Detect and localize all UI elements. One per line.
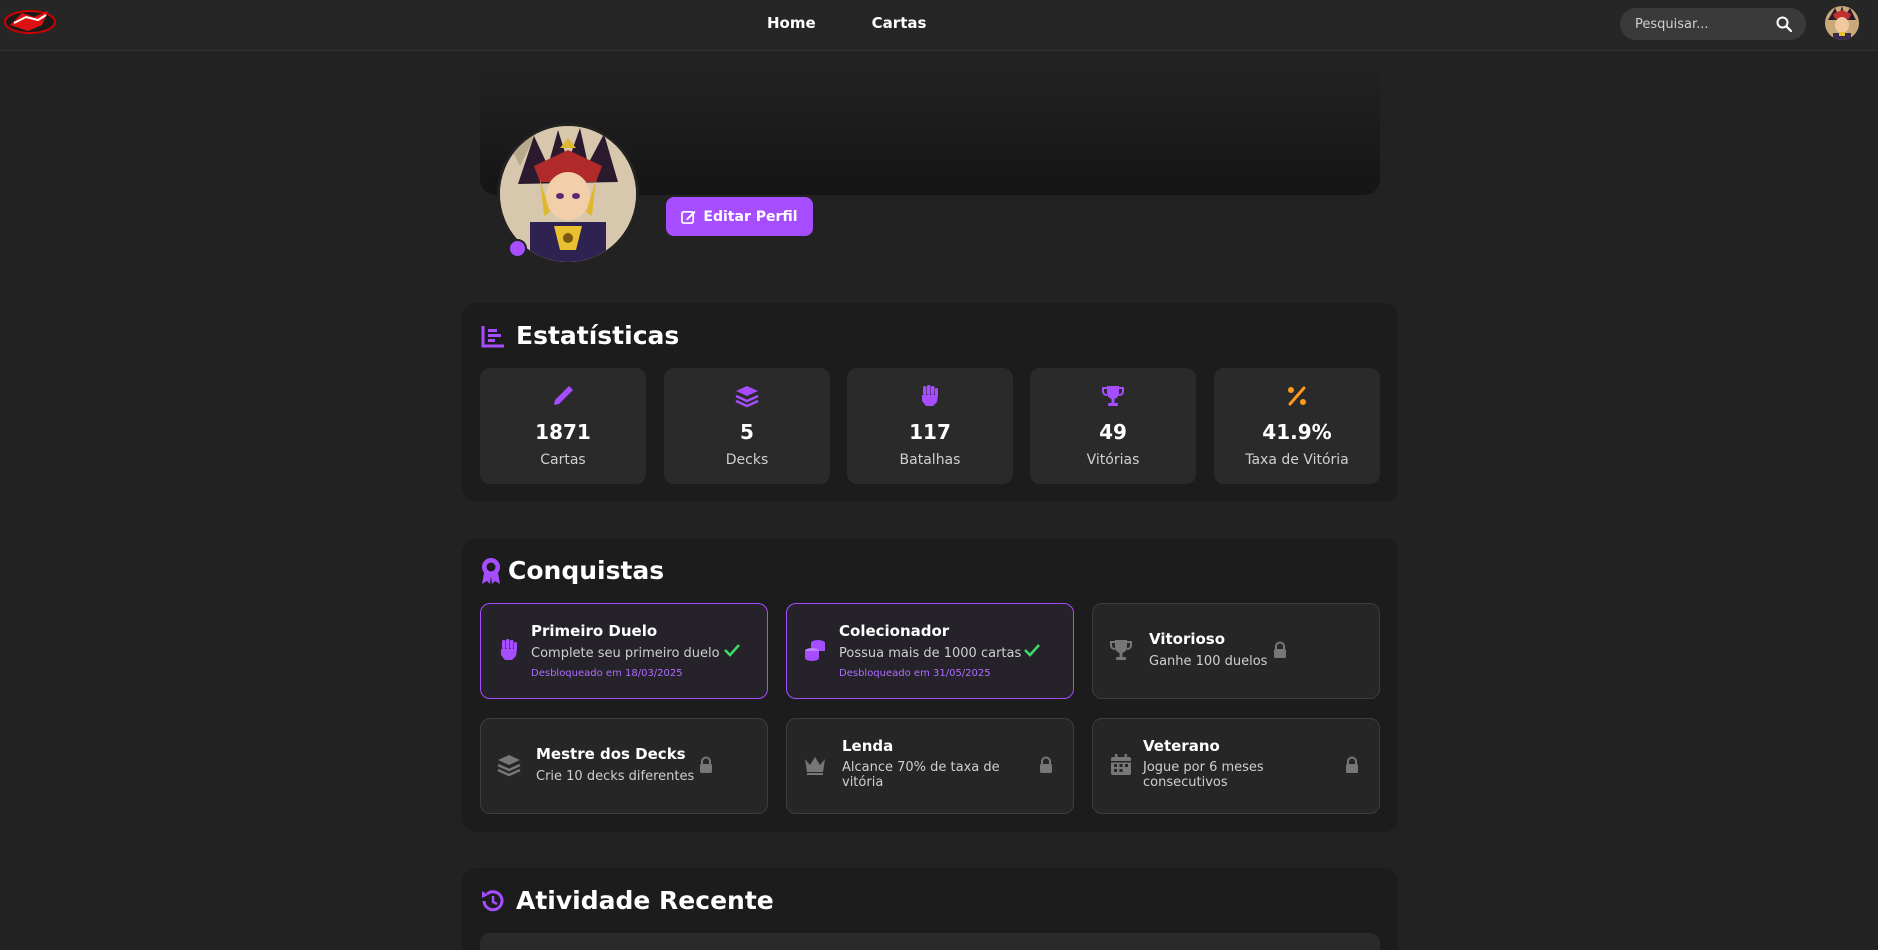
edit-icon xyxy=(681,210,696,224)
lock-icon xyxy=(1274,641,1286,658)
achievement-name: Veterano xyxy=(1143,737,1220,755)
site-logo[interactable] xyxy=(4,5,56,39)
stat-value: 49 xyxy=(1099,420,1127,444)
achievement-card-veterano: Veterano Jogue por 6 meses consecutivos xyxy=(1092,718,1380,814)
achievement-name: Lenda xyxy=(842,737,894,755)
stat-value: 5 xyxy=(740,420,754,444)
stat-value: 117 xyxy=(909,420,951,444)
history-icon xyxy=(482,889,504,911)
stat-card-batalhas: 117 Batalhas xyxy=(847,368,1013,484)
achievement-desc: Complete seu primeiro duelo xyxy=(531,646,720,661)
crown-icon xyxy=(805,757,825,775)
achievement-card-primeiro-duelo: Primeiro Duelo Complete seu primeiro due… xyxy=(480,603,768,699)
activity-item[interactable] xyxy=(480,933,1380,950)
stats-section: Estatísticas 1871 Cartas 5 Decks 117 Bat… xyxy=(462,303,1398,502)
recent-activity-heading: Atividade Recente xyxy=(480,886,774,915)
check-icon xyxy=(724,644,740,657)
fist-icon xyxy=(501,639,517,660)
achievement-unlock-date: Desbloqueado em 18/03/2025 xyxy=(531,668,683,679)
trophy-icon xyxy=(1110,640,1132,660)
stat-value: 41.9% xyxy=(1262,420,1332,444)
stat-label: Batalhas xyxy=(899,452,961,468)
search-icon[interactable] xyxy=(1776,16,1792,32)
achievement-desc: Jogue por 6 meses consecutivos xyxy=(1143,760,1264,790)
pen-icon xyxy=(554,386,573,405)
achievement-card-mestre-dos-decks: Mestre dos Decks Crie 10 decks diferente… xyxy=(480,718,768,814)
stat-card-taxa: 41.9% Taxa de Vitória xyxy=(1214,368,1380,484)
achievement-card-vitorioso: Vitorioso Ganhe 100 duelos xyxy=(1092,603,1380,699)
achievement-name: Colecionador xyxy=(839,622,950,640)
search-input[interactable] xyxy=(1635,16,1775,32)
achievement-card-colecionador: Colecionador Possua mais de 1000 cartas … xyxy=(786,603,1074,699)
user-avatar-menu[interactable] xyxy=(1825,6,1859,40)
achievements-heading: Conquistas xyxy=(480,556,664,585)
edit-profile-button[interactable]: Editar Perfil xyxy=(666,197,813,236)
search-box xyxy=(1620,8,1806,40)
fist-icon xyxy=(922,385,938,406)
lock-icon xyxy=(700,756,712,773)
check-icon xyxy=(1024,644,1040,657)
achievement-desc: Possua mais de 1000 cartas xyxy=(839,646,1022,661)
stats-title: Estatísticas xyxy=(516,321,680,350)
bar-chart-icon xyxy=(481,325,504,347)
calendar-icon xyxy=(1111,754,1131,775)
achievement-unlock-date: Desbloqueado em 31/05/2025 xyxy=(839,668,991,679)
coins-icon xyxy=(805,640,825,661)
stat-value: 1871 xyxy=(535,420,591,444)
lock-icon xyxy=(1040,756,1052,773)
online-status-dot xyxy=(508,239,527,258)
recent-activity-title: Atividade Recente xyxy=(516,886,774,915)
layers-icon xyxy=(735,386,759,408)
nav-cartas-link[interactable]: Cartas xyxy=(872,14,927,32)
lock-icon xyxy=(1346,756,1358,773)
award-icon xyxy=(482,557,500,584)
achievement-desc: Alcance 70% de taxa de vitória xyxy=(842,760,1000,790)
top-navbar: Home Cartas xyxy=(0,0,1878,51)
stat-label: Taxa de Vitória xyxy=(1245,452,1349,468)
stat-card-cartas: 1871 Cartas xyxy=(480,368,646,484)
achievement-card-lenda: Lenda Alcance 70% de taxa de vitória xyxy=(786,718,1074,814)
stat-card-decks: 5 Decks xyxy=(664,368,830,484)
main-nav: Home Cartas xyxy=(767,14,926,32)
achievement-name: Primeiro Duelo xyxy=(531,622,658,640)
achievements-title: Conquistas xyxy=(508,556,665,585)
stat-label: Cartas xyxy=(540,452,586,468)
achievements-section: Conquistas Primeiro Duelo Complete seu p… xyxy=(462,538,1398,832)
achievement-name: Mestre dos Decks xyxy=(536,745,686,763)
stat-label: Vitórias xyxy=(1086,452,1140,468)
layers-icon xyxy=(497,755,521,777)
nav-home-link[interactable]: Home xyxy=(767,14,816,32)
edit-profile-label: Editar Perfil xyxy=(703,208,798,225)
achievement-name: Vitorioso xyxy=(1149,630,1226,648)
recent-activity-section: Atividade Recente xyxy=(462,868,1398,950)
stats-heading: Estatísticas xyxy=(480,321,679,350)
achievement-desc: Crie 10 decks diferentes xyxy=(536,769,695,784)
trophy-icon xyxy=(1102,386,1124,406)
percent-icon xyxy=(1288,386,1306,406)
achievement-desc: Ganhe 100 duelos xyxy=(1149,654,1268,669)
stat-card-vitorias: 49 Vitórias xyxy=(1030,368,1196,484)
stat-label: Decks xyxy=(725,452,769,468)
